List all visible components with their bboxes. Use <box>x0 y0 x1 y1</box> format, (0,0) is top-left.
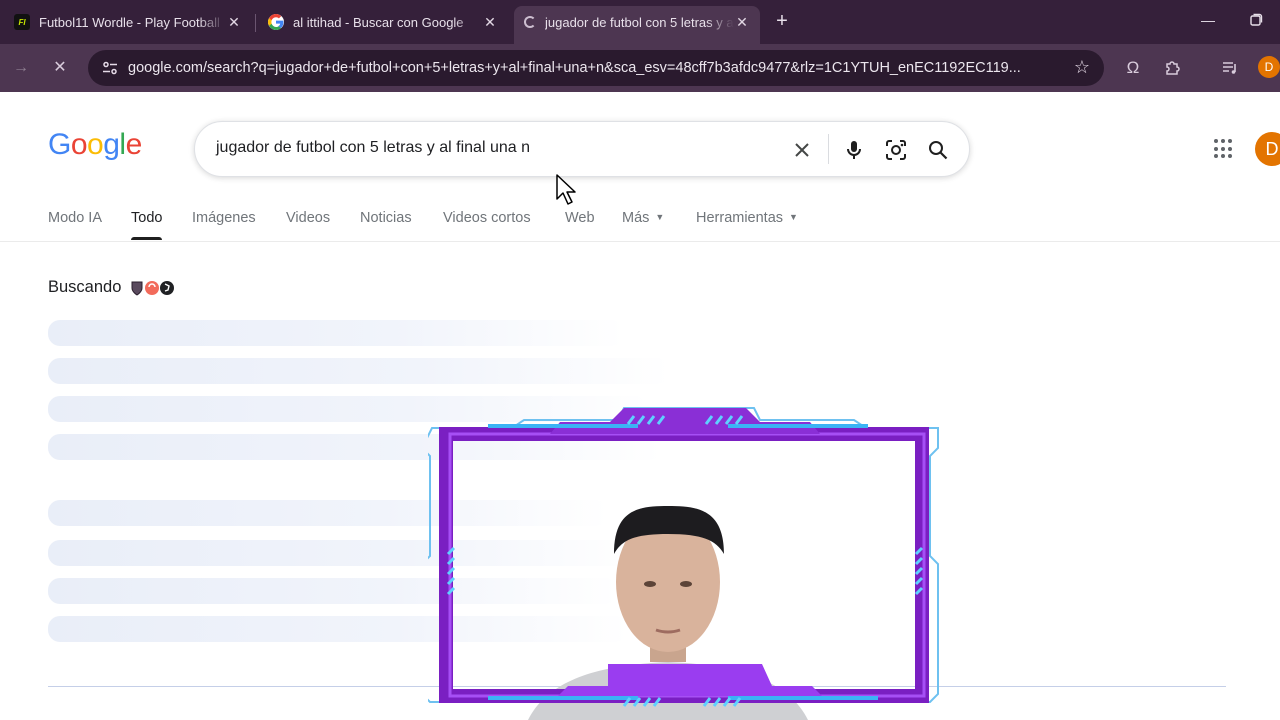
loading-status: Buscando <box>48 278 175 297</box>
tab-videos[interactable]: Videos <box>286 210 330 226</box>
tab-videos-cortos[interactable]: Videos cortos <box>443 210 531 226</box>
tab-imagenes[interactable]: Imágenes <box>192 210 256 226</box>
url-text: google.com/search?q=jugador+de+futbol+co… <box>128 60 1021 76</box>
profile-avatar[interactable]: D <box>1258 56 1280 78</box>
loading-spinner-icon <box>524 16 536 28</box>
forward-icon[interactable]: → <box>9 56 33 80</box>
tab-strip: FI Futbol11 Wordle - Play Football ✕ al … <box>0 0 1280 44</box>
search-input[interactable]: jugador de futbol con 5 letras y al fina… <box>216 139 530 157</box>
dropdown-caret-icon: ▼ <box>789 212 798 222</box>
search-box[interactable]: jugador de futbol con 5 letras y al fina… <box>194 121 970 177</box>
mouse-cursor-icon <box>556 174 576 205</box>
tab-current-search[interactable]: jugador de futbol con 5 letras y al fina… <box>514 6 760 44</box>
skeleton-line <box>48 358 670 384</box>
account-avatar[interactable]: D <box>1255 132 1280 166</box>
loading-label: Buscando <box>48 278 122 296</box>
address-bar[interactable]: google.com/search?q=jugador+de+futbol+co… <box>88 50 1104 86</box>
tab-herramientas[interactable]: Herramientas ▼ <box>696 210 798 226</box>
tab-noticias[interactable]: Noticias <box>360 210 412 226</box>
tab-mas[interactable]: Más ▼ <box>622 210 664 226</box>
tab-web[interactable]: Web <box>565 210 595 226</box>
close-tab-icon[interactable]: ✕ <box>482 14 498 31</box>
dropdown-caret-icon: ▼ <box>655 212 665 222</box>
loading-emoji-icons <box>129 279 175 297</box>
minimize-icon[interactable]: — <box>1201 12 1215 28</box>
voice-search-icon[interactable] <box>841 137 867 163</box>
media-controls-icon[interactable] <box>1218 56 1242 80</box>
tab-separator <box>255 14 256 32</box>
tab-modo-ia[interactable]: Modo IA <box>48 210 102 226</box>
new-tab-button[interactable]: + <box>770 10 794 34</box>
tab-title: al ittihad - Buscar con Google <box>293 14 464 30</box>
google-g-icon <box>268 14 284 30</box>
tab-herramientas-label: Herramientas <box>696 210 784 226</box>
webcam-frame <box>428 407 939 720</box>
futbol11-icon: FI <box>14 14 30 30</box>
extensions-puzzle-icon[interactable] <box>1161 56 1185 80</box>
tab-al-ittihad[interactable]: al ittihad - Buscar con Google ✕ <box>258 6 508 38</box>
tab-futbol11[interactable]: FI Futbol11 Wordle - Play Football ✕ <box>4 6 252 38</box>
clear-search-icon[interactable] <box>789 137 815 163</box>
close-tab-icon[interactable]: ✕ <box>226 14 242 31</box>
nav-divider <box>0 241 1280 242</box>
site-info-icon[interactable] <box>102 60 118 76</box>
stop-loading-icon[interactable]: ✕ <box>48 56 72 80</box>
tab-mas-label: Más <box>622 210 650 226</box>
close-tab-icon[interactable]: ✕ <box>734 14 750 31</box>
skeleton-line <box>48 320 624 346</box>
omega-extension-icon[interactable]: Ω <box>1121 56 1145 80</box>
search-icon[interactable] <box>925 137 951 163</box>
divider <box>828 134 829 164</box>
google-logo[interactable]: Google <box>48 128 142 162</box>
webcam-overlay <box>428 404 942 720</box>
browser-toolbar: → ✕ google.com/search?q=jugador+de+futbo… <box>0 44 1280 92</box>
tab-title: Futbol11 Wordle - Play Football <box>39 14 220 30</box>
google-apps-icon[interactable] <box>1214 139 1234 159</box>
bookmark-star-icon[interactable]: ☆ <box>1074 57 1090 78</box>
restore-window-icon[interactable] <box>1250 13 1263 29</box>
tab-title: jugador de futbol con 5 letras y al fina… <box>545 14 734 30</box>
lens-search-icon[interactable] <box>883 137 909 163</box>
tab-todo[interactable]: Todo <box>131 210 163 240</box>
